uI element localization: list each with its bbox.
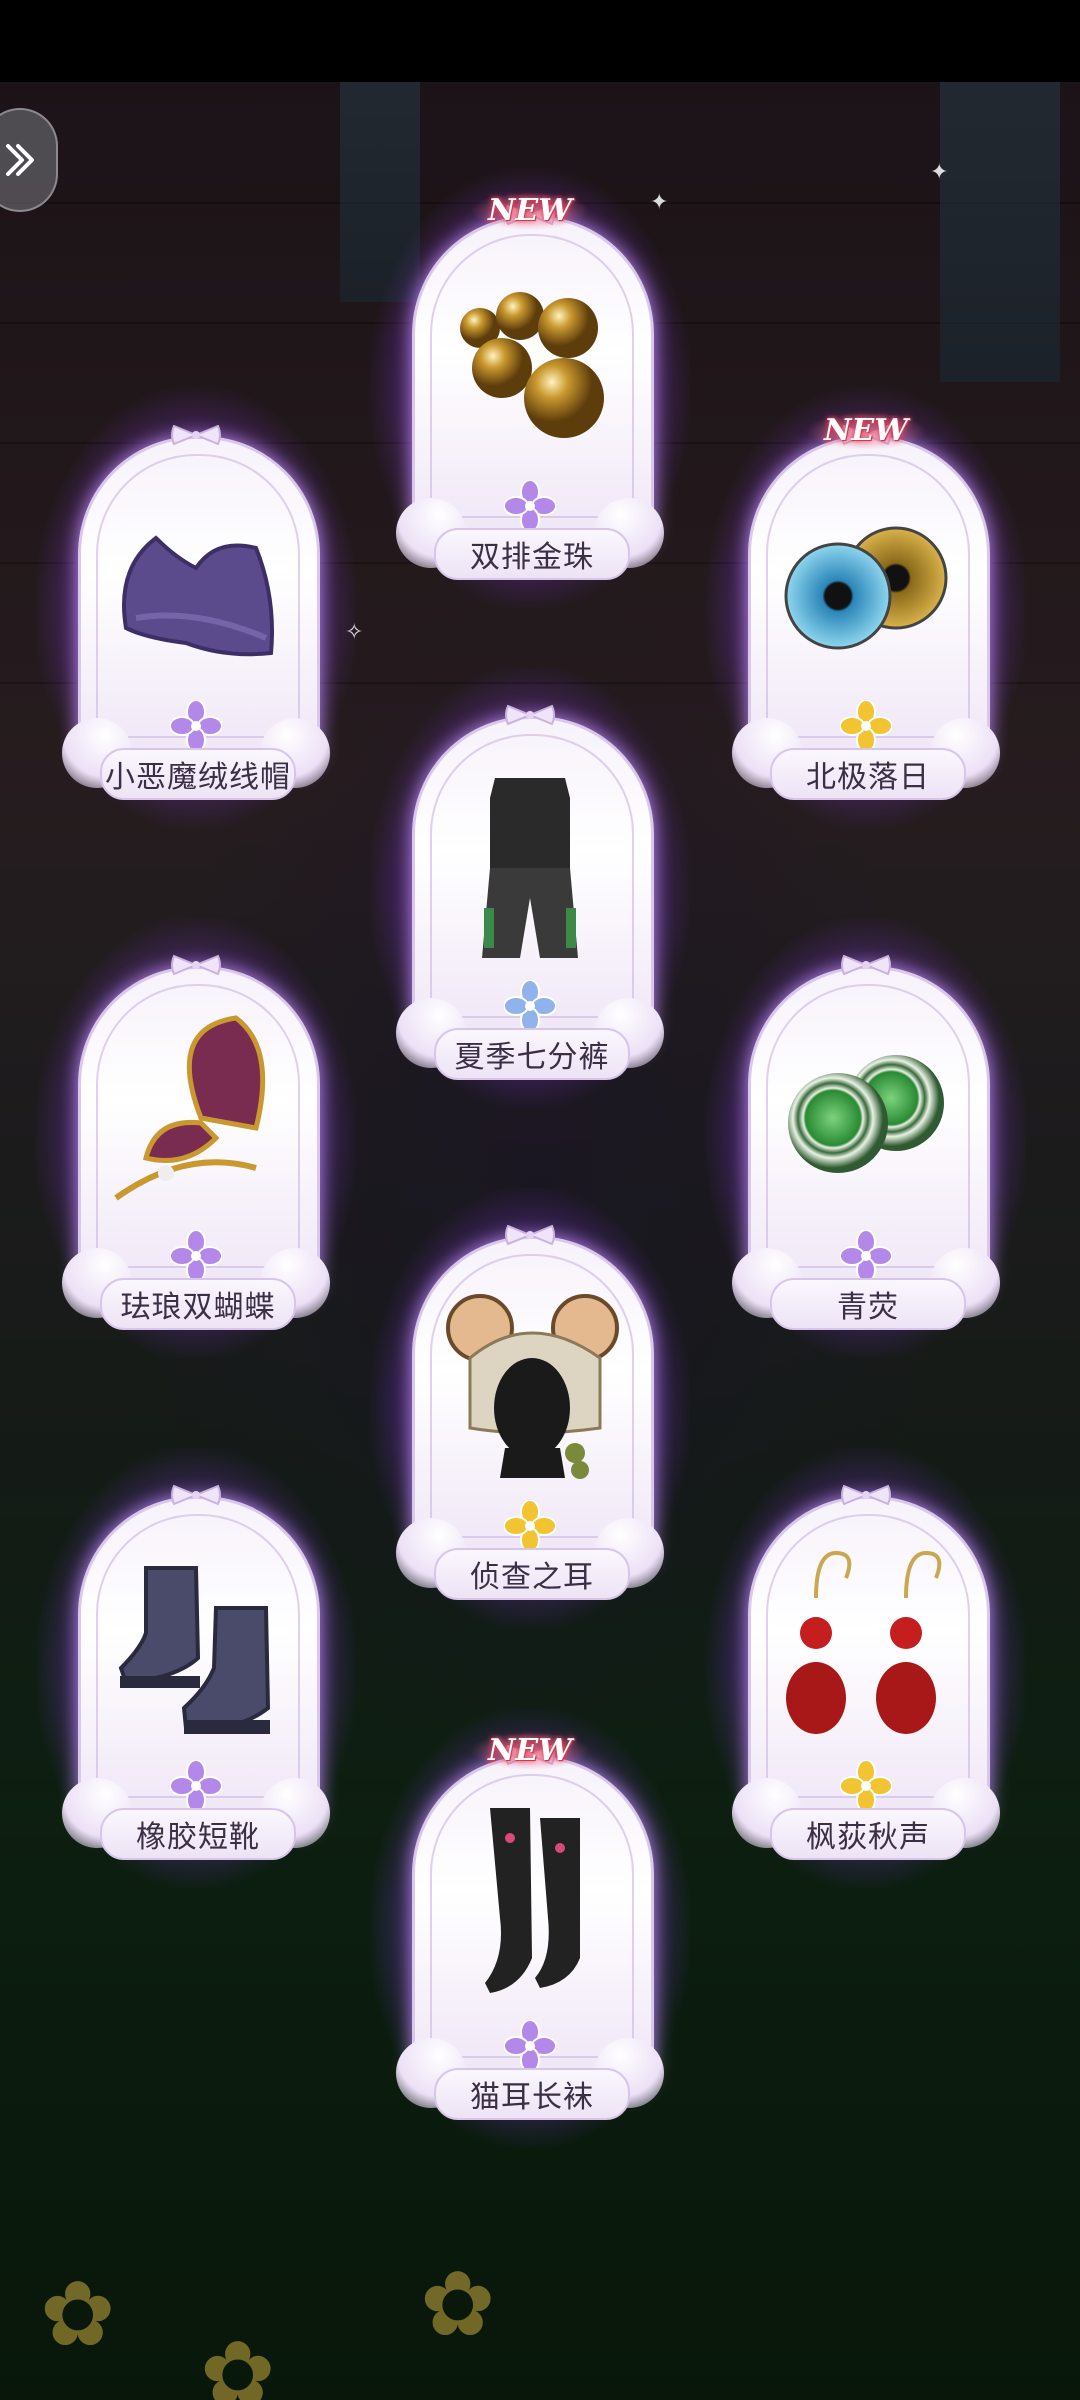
reward-card[interactable]: 猫耳长袜 NEW <box>370 1708 690 2148</box>
boots-icon <box>106 1538 286 1748</box>
rarity-flower-icon <box>839 699 893 753</box>
bow-icon <box>838 1484 894 1506</box>
knit-hat-icon <box>106 478 286 688</box>
rarity-flower-icon <box>503 2019 557 2073</box>
sparkle-decoration: ✦ <box>930 160 949 185</box>
reward-card[interactable]: 枫荻秋声 <box>706 1448 1026 1888</box>
status-bar <box>0 0 1080 82</box>
bow-icon <box>168 954 224 976</box>
bow-icon <box>168 424 224 446</box>
item-name: 侦查之耳 <box>434 1548 630 1600</box>
item-name: 北极落日 <box>770 748 966 800</box>
new-badge: NEW <box>470 1732 590 1770</box>
rarity-flower-icon <box>503 979 557 1033</box>
bow-icon <box>168 1484 224 1506</box>
rarity-flower-icon <box>839 1759 893 1813</box>
reward-card[interactable]: 夏季七分裤 <box>370 668 690 1108</box>
reward-card[interactable]: 小恶魔绒线帽 <box>36 388 356 828</box>
reward-card[interactable]: 北极落日 NEW <box>706 388 1026 828</box>
rarity-flower-icon <box>169 1229 223 1283</box>
item-name: 小恶魔绒线帽 <box>100 748 296 800</box>
reward-card[interactable]: 橡胶短靴 <box>36 1448 356 1888</box>
rarity-flower-icon <box>839 1229 893 1283</box>
rarity-flower-icon <box>169 699 223 753</box>
rarity-flower-icon <box>169 1759 223 1813</box>
reward-card[interactable]: 双排金珠 NEW <box>370 168 690 608</box>
outfit-icon <box>440 758 620 968</box>
stockings-icon <box>440 1798 620 2008</box>
item-name: 双排金珠 <box>434 528 630 580</box>
earrings-icon <box>776 1538 956 1748</box>
bow-icon <box>502 1224 558 1246</box>
item-name: 珐琅双蝴蝶 <box>100 1278 296 1330</box>
rarity-flower-icon <box>503 479 557 533</box>
green-eyes-icon <box>776 1008 956 1218</box>
new-badge: NEW <box>470 192 590 230</box>
reward-card[interactable]: 青荧 <box>706 918 1026 1358</box>
ear-hat-icon <box>440 1278 620 1488</box>
reward-card[interactable]: 珐琅双蝴蝶 <box>36 918 356 1358</box>
bow-icon <box>838 954 894 976</box>
back-button[interactable] <box>0 108 58 212</box>
butterfly-hairpin-icon <box>106 1008 286 1218</box>
item-name: 猫耳长袜 <box>434 2068 630 2120</box>
item-name: 夏季七分裤 <box>434 1028 630 1080</box>
eye-lenses-icon <box>776 478 956 688</box>
rarity-flower-icon <box>503 1499 557 1553</box>
new-badge: NEW <box>806 412 926 450</box>
item-name: 橡胶短靴 <box>100 1808 296 1860</box>
bow-icon <box>502 704 558 726</box>
double-chevron-right-icon <box>6 144 34 176</box>
reward-card[interactable]: 侦查之耳 <box>370 1188 690 1628</box>
item-name: 青荧 <box>770 1278 966 1330</box>
item-name: 枫荻秋声 <box>770 1808 966 1860</box>
gold-beads-icon <box>440 258 620 468</box>
